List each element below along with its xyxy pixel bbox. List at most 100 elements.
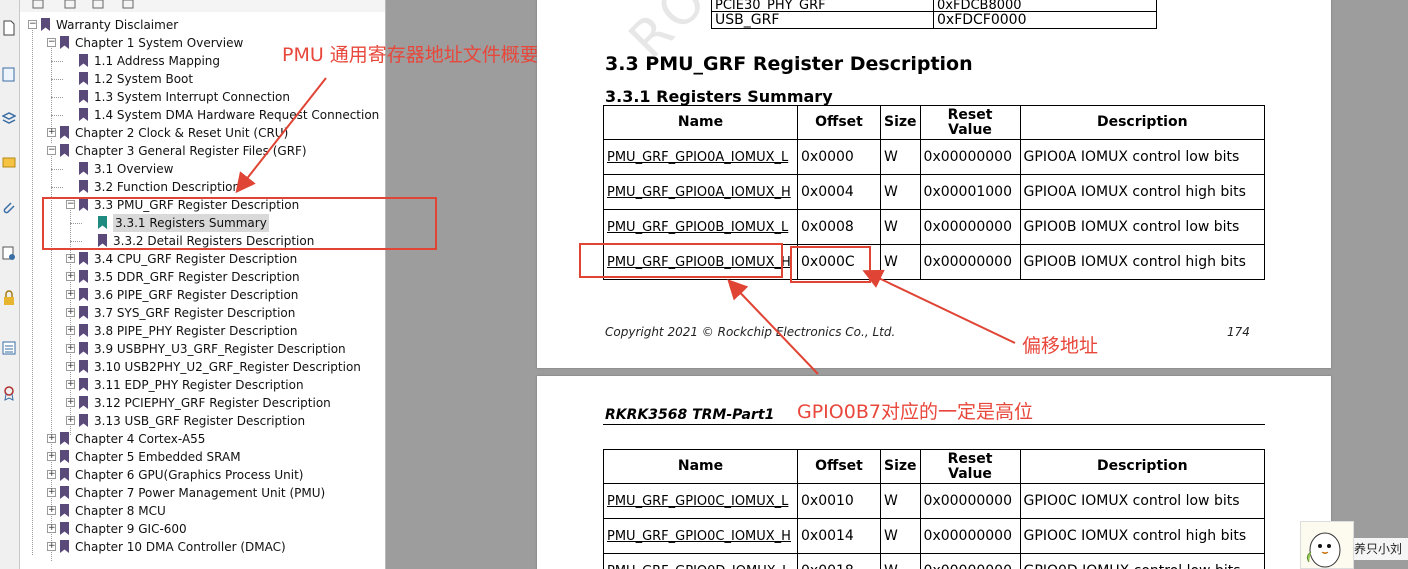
- offset-cell: 0x0008: [797, 209, 881, 245]
- bookmarks-toolbar: [20, 0, 385, 12]
- reset-value-cell: 0x00000000: [919, 244, 1021, 280]
- bookmark-label: 1.3 System Interrupt Connection: [94, 90, 290, 104]
- highlight-box-register-name: [579, 243, 783, 278]
- expand-icon[interactable]: +: [47, 128, 56, 137]
- expand-icon[interactable]: +: [66, 290, 75, 299]
- expand-icon[interactable]: +: [47, 542, 56, 551]
- bookmark-label: Chapter 9 GIC-600: [75, 522, 187, 536]
- bookmark-icon: [79, 252, 88, 265]
- collapse-icon[interactable]: −: [47, 146, 56, 155]
- register-name-link[interactable]: PMU_GRF_GPIO0C_IOMUX_H: [603, 518, 798, 554]
- expand-icon[interactable]: +: [66, 326, 75, 335]
- bookmark-label: Chapter 2 Clock & Reset Unit (CRU): [75, 126, 289, 140]
- bookmark-icon: [79, 396, 88, 409]
- register-name-link[interactable]: PMU_GRF_GPIO0D_IOMUX_L: [603, 553, 798, 569]
- certificate-icon[interactable]: [2, 385, 16, 401]
- collapse-icon[interactable]: −: [47, 38, 56, 47]
- table-row: PMU_GRF_GPIO0C_IOMUX_H 0x0014 W 0x00000000 G…: [603, 518, 1266, 554]
- bookmark-item-chapter-3-general-register-files-grf[interactable]: − Chapter 3 General Register Files (GRF): [20, 142, 370, 160]
- expand-icon[interactable]: +: [47, 434, 56, 443]
- register-name-link[interactable]: PMU_GRF_GPIO0C_IOMUX_L: [603, 483, 798, 519]
- tree-guide-line: [51, 187, 63, 188]
- bookmark-icon: [79, 270, 88, 283]
- expand-icon[interactable]: +: [66, 380, 75, 389]
- expand-icon[interactable]: +: [66, 398, 75, 407]
- register-name-link[interactable]: PMU_GRF_GPIO0B_IOMUX_L: [603, 209, 798, 245]
- pages-icon[interactable]: [2, 66, 16, 82]
- offset-cell: 0x0010: [797, 483, 881, 519]
- bookmark-item-3-4-cpu-grf-register-description[interactable]: +3.4 CPU_GRF Register Description: [20, 250, 370, 268]
- attachment-icon[interactable]: [2, 200, 16, 216]
- expand-icon[interactable]: +: [47, 470, 56, 479]
- bookmark-item-3-6-pipe-grf-register-description[interactable]: +3.6 PIPE_GRF Register Description: [20, 286, 370, 304]
- bookmark-item-chapter-6-gpu-graphics-process-unit[interactable]: + Chapter 6 GPU(Graphics Process Unit): [20, 466, 370, 484]
- bookmark-item-1-4-system-dma-hardware-request-connection[interactable]: 1.4 System DMA Hardware Request Connecti…: [20, 106, 379, 124]
- bookmark-item-3-7-sys-grf-register-description[interactable]: +3.7 SYS_GRF Register Description: [20, 304, 370, 322]
- address-table: PCIE30_PHY_GRF 0xFDCB8000 USB_GRF 0xFDCF…: [711, 0, 1157, 29]
- bookmark-item-3-13-usb-grf-register-description[interactable]: +3.13 USB_GRF Register Description: [20, 412, 370, 430]
- bookmark-label: 3.4 CPU_GRF Register Description: [94, 252, 298, 266]
- expand-icon[interactable]: +: [66, 254, 75, 263]
- new-bookmark-icon[interactable]: [64, 0, 76, 9]
- bookmark-icon: [79, 54, 88, 67]
- bookmark-item-chapter-9-gic-600[interactable]: + Chapter 9 GIC-600: [20, 520, 370, 538]
- bookmark-icon: [79, 324, 88, 337]
- bookmark-item-3-8-pipe-phy-register-description[interactable]: +3.8 PIPE_PHY Register Description: [20, 322, 370, 340]
- bookmark-item-3-11-edp-phy-register-description[interactable]: +3.11 EDP_PHY Register Description: [20, 376, 370, 394]
- register-name-link[interactable]: PMU_GRF_GPIO0A_IOMUX_L: [603, 139, 798, 175]
- bookmark-item-chapter-8-mcu[interactable]: + Chapter 8 MCU: [20, 502, 370, 520]
- collapse-bookmark-icon[interactable]: [122, 0, 134, 9]
- expand-bookmark-icon[interactable]: [92, 0, 104, 9]
- bookmark-item-3-10-usb2phy-u2-grf-register-description[interactable]: +3.10 USB2PHY_U2_GRF_Register Descriptio…: [20, 358, 370, 376]
- bookmark-icon: [79, 180, 88, 193]
- bookmark-item-warranty-disclaimer[interactable]: − Warranty Disclaimer: [20, 16, 370, 34]
- page-header: RKRK3568 TRM-Part1: [605, 407, 775, 423]
- bookmark-item-1-3-system-interrupt-connection[interactable]: 1.3 System Interrupt Connection: [20, 88, 370, 106]
- bookmark-item-chapter-7-power-management-unit-pmu[interactable]: + Chapter 7 Power Management Unit (PMU): [20, 484, 370, 502]
- bookmark-options-icon[interactable]: [32, 0, 44, 9]
- tree-guide-line: [51, 61, 63, 62]
- bookmark-item-3-9-usbphy-u3-grf-register-description[interactable]: +3.9 USBPHY_U3_GRF_Register Description: [20, 340, 370, 358]
- expand-icon[interactable]: +: [47, 524, 56, 533]
- expand-icon[interactable]: +: [66, 416, 75, 425]
- bookmark-label: 1.2 System Boot: [94, 72, 194, 86]
- expand-icon[interactable]: +: [47, 452, 56, 461]
- form-icon[interactable]: [2, 340, 16, 356]
- description-cell: GPIO0B IOMUX control low bits: [1019, 209, 1266, 245]
- comment-icon[interactable]: [2, 155, 16, 171]
- bookmark-item-3-12-pciephy-grf-register-description[interactable]: +3.12 PCIEPHY_GRF Register Description: [20, 394, 370, 412]
- size-cell: W: [880, 139, 921, 175]
- description-cell: GPIO0C IOMUX control high bits: [1019, 518, 1266, 554]
- tree-guide-line: [51, 79, 63, 80]
- page-icon[interactable]: [2, 20, 16, 36]
- bookmark-item-1-2-system-boot[interactable]: 1.2 System Boot: [20, 70, 370, 88]
- bookmark-label: 3.2 Function Description: [94, 180, 241, 194]
- bookmark-item-3-5-ddr-grf-register-description[interactable]: +3.5 DDR_GRF Register Description: [20, 268, 370, 286]
- lock-icon[interactable]: [2, 290, 16, 306]
- reset-value-cell: 0x00000000: [919, 483, 1021, 519]
- description-cell: GPIO0A IOMUX control low bits: [1019, 139, 1266, 175]
- expand-icon[interactable]: +: [66, 344, 75, 353]
- expand-icon[interactable]: +: [66, 362, 75, 371]
- offset-cell: 0x0014: [797, 518, 881, 554]
- signature-icon[interactable]: [2, 245, 16, 261]
- bookmark-item-chapter-10-dma-controller-dmac[interactable]: + Chapter 10 DMA Controller (DMAC): [20, 538, 370, 556]
- address-name-cell: PCIE30_PHY_GRF: [711, 0, 934, 12]
- expand-icon[interactable]: +: [47, 488, 56, 497]
- expand-icon[interactable]: +: [47, 506, 56, 515]
- collapse-icon[interactable]: −: [28, 20, 37, 29]
- bookmark-item-3-1-overview[interactable]: 3.1 Overview: [20, 160, 370, 178]
- bookmark-item-chapter-2-clock-reset-unit-cru[interactable]: + Chapter 2 Clock & Reset Unit (CRU): [20, 124, 370, 142]
- table-row: PMU_GRF_GPIO0A_IOMUX_H 0x0004 W 0x00001000 G…: [603, 174, 1266, 210]
- register-name-link[interactable]: PMU_GRF_GPIO0A_IOMUX_H: [603, 174, 798, 210]
- layers-icon[interactable]: [2, 110, 16, 126]
- bookmark-icon: [41, 18, 50, 31]
- expand-icon[interactable]: +: [66, 308, 75, 317]
- bookmark-icon: [60, 504, 69, 517]
- bookmark-label: Chapter 6 GPU(Graphics Process Unit): [75, 468, 304, 482]
- bird-avatar-icon: [1306, 532, 1341, 568]
- bookmark-item-chapter-4-cortex-a55[interactable]: + Chapter 4 Cortex-A55: [20, 430, 370, 448]
- expand-icon[interactable]: +: [66, 272, 75, 281]
- bookmark-item-3-2-function-description[interactable]: 3.2 Function Description: [20, 178, 370, 196]
- bookmark-item-chapter-5-embedded-sram[interactable]: + Chapter 5 Embedded SRAM: [20, 448, 370, 466]
